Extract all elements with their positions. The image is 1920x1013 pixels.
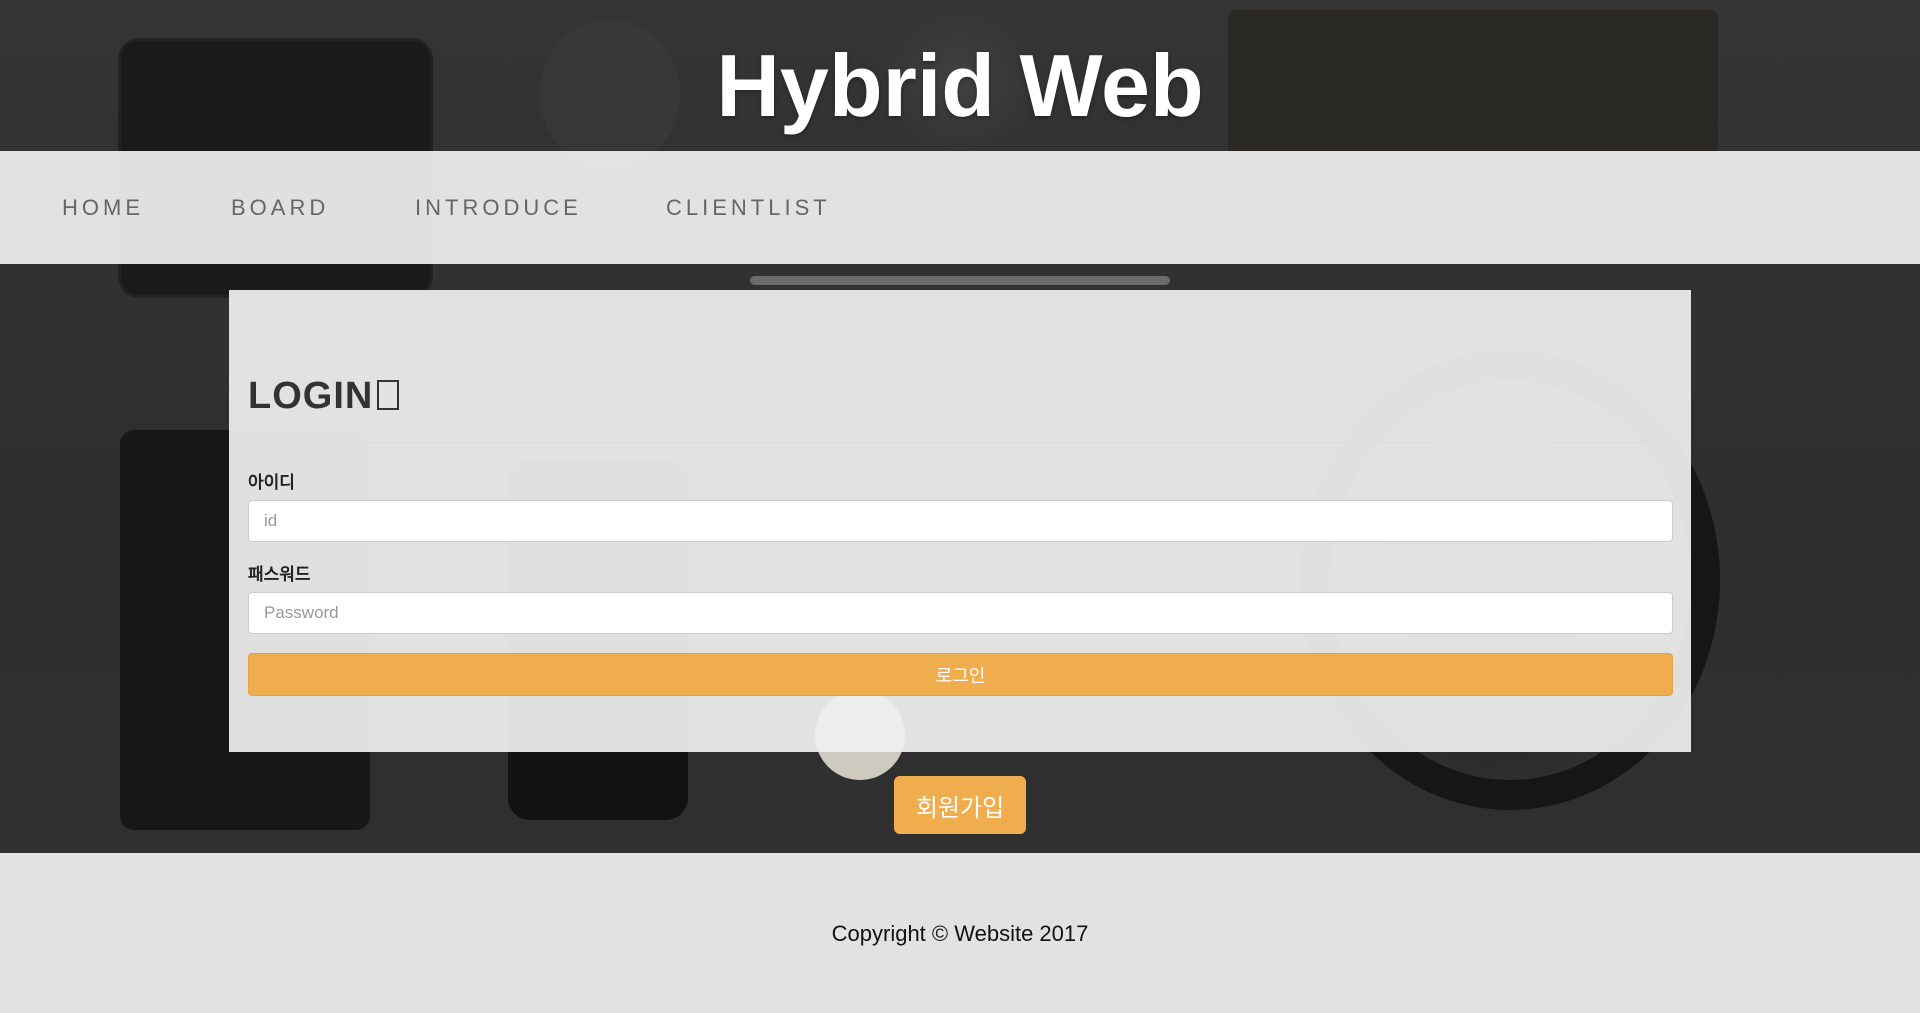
nav-item-board[interactable]: BOARD — [231, 195, 329, 221]
login-button[interactable]: 로그인 — [248, 653, 1673, 696]
login-panel: LOGIN 아이디 패스워드 로그인 — [229, 290, 1691, 752]
background-pen — [750, 276, 1170, 285]
main-navbar: HOME BOARD INTRODUCE CLIENTLIST — [0, 151, 1920, 264]
missing-glyph-icon — [377, 380, 400, 410]
nav-item-clientlist[interactable]: CLIENTLIST — [666, 195, 831, 221]
login-title-text: LOGIN — [248, 375, 374, 417]
id-label: 아이디 — [248, 473, 295, 492]
password-input[interactable] — [248, 592, 1673, 634]
signup-button[interactable]: 회원가입 — [894, 776, 1026, 834]
nav-item-home[interactable]: HOME — [62, 195, 144, 221]
nav-item-introduce[interactable]: INTRODUCE — [415, 195, 582, 221]
password-label: 패스워드 — [248, 565, 311, 584]
divider — [248, 442, 1673, 443]
id-input[interactable] — [248, 500, 1673, 542]
login-heading: LOGIN — [248, 375, 400, 418]
footer: Copyright © Website 2017 — [0, 853, 1920, 1013]
copyright-text: Copyright © Website 2017 — [831, 921, 1089, 946]
site-title: Hybrid Web — [716, 36, 1204, 135]
